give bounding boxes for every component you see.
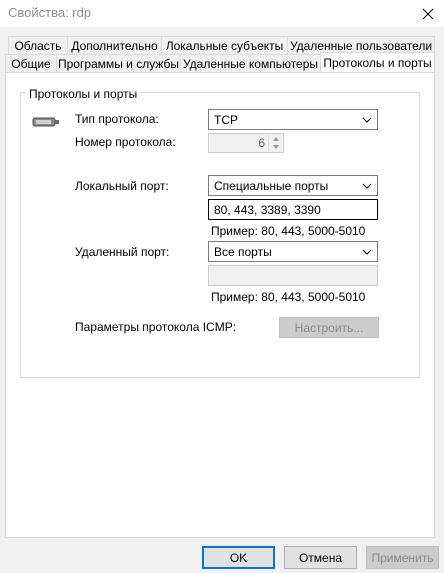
local-port-example: Пример: 80, 443, 5000-5010: [211, 224, 366, 238]
protocol-type-select[interactable]: TCP: [208, 109, 378, 130]
remote-port-example: Пример: 80, 443, 5000-5010: [211, 290, 366, 304]
tab-label: Протоколы и порты: [323, 55, 432, 70]
protocol-number-label: Номер протокола:: [75, 135, 176, 149]
remote-port-mode: Все порты: [214, 244, 272, 259]
tab-local-principals[interactable]: Локальные субъекты: [161, 36, 288, 55]
chevron-down-icon: [362, 117, 372, 123]
tab-label: Общие: [11, 57, 51, 71]
ok-button[interactable]: OK: [202, 546, 275, 569]
ok-label: OK: [229, 550, 248, 565]
arrow-down-icon: [273, 145, 279, 149]
icmp-settings-label: Параметры протокола ICMP:: [75, 320, 237, 334]
tab-label: Программы и службы: [58, 57, 179, 71]
tab-area[interactable]: Область: [8, 36, 68, 55]
tab-remote-computers[interactable]: Удаленные компьютеры: [180, 54, 321, 73]
apply-button[interactable]: Применить: [366, 546, 439, 569]
spinner-buttons: [268, 135, 282, 151]
protocol-type-value: TCP: [214, 112, 238, 127]
icmp-customize-label: Настроить...: [294, 320, 364, 335]
tab-label: Удаленные компьютеры: [182, 57, 319, 71]
tab-label: Локальные субъекты: [165, 39, 284, 53]
spin-down-button[interactable]: [269, 143, 283, 151]
protocol-type-label: Тип протокола:: [75, 112, 159, 126]
cancel-button[interactable]: Отмена: [284, 546, 357, 569]
tab-general[interactable]: Общие: [5, 54, 57, 73]
remote-port-label: Удаленный порт:: [75, 245, 170, 259]
arrow-up-icon: [273, 137, 279, 141]
chevron-down-icon: [362, 249, 372, 255]
protocol-number-stepper[interactable]: 6: [208, 133, 284, 153]
close-icon: [422, 8, 434, 20]
window-title: Свойства: rdp: [8, 5, 92, 20]
local-port-label: Локальный порт:: [75, 179, 169, 193]
local-port-mode: Специальные порты: [214, 178, 329, 193]
tab-protocols-ports[interactable]: Протоколы и порты: [320, 52, 435, 72]
network-cable-icon: [32, 117, 59, 127]
tab-row-2: Общие Программы и службы Удаленные компь…: [0, 52, 444, 73]
tab-label: Дополнительно: [71, 39, 158, 53]
tab-label: Удаленные пользователи: [289, 39, 433, 53]
cancel-label: Отмена: [298, 550, 343, 565]
tab-label: Область: [14, 39, 62, 53]
tab-programs-services[interactable]: Программы и службы: [56, 54, 181, 73]
group-title: Протоколы и порты: [26, 87, 141, 101]
close-button[interactable]: [412, 0, 444, 28]
icmp-customize-button[interactable]: Настроить...: [279, 317, 379, 338]
local-port-input[interactable]: 80, 443, 3389, 3390: [208, 199, 378, 220]
spin-up-button[interactable]: [269, 135, 283, 143]
tab-advanced[interactable]: Дополнительно: [67, 36, 162, 55]
local-port-value: 80, 443, 3389, 3390: [214, 202, 321, 217]
protocol-number-value: 6: [258, 136, 265, 150]
remote-port-select[interactable]: Все порты: [208, 241, 378, 262]
remote-port-input[interactable]: [208, 265, 378, 286]
apply-label: Применить: [371, 550, 434, 565]
chevron-down-icon: [362, 183, 372, 189]
local-port-select[interactable]: Специальные порты: [208, 175, 378, 196]
title-bar: Свойства: rdp: [0, 0, 444, 28]
